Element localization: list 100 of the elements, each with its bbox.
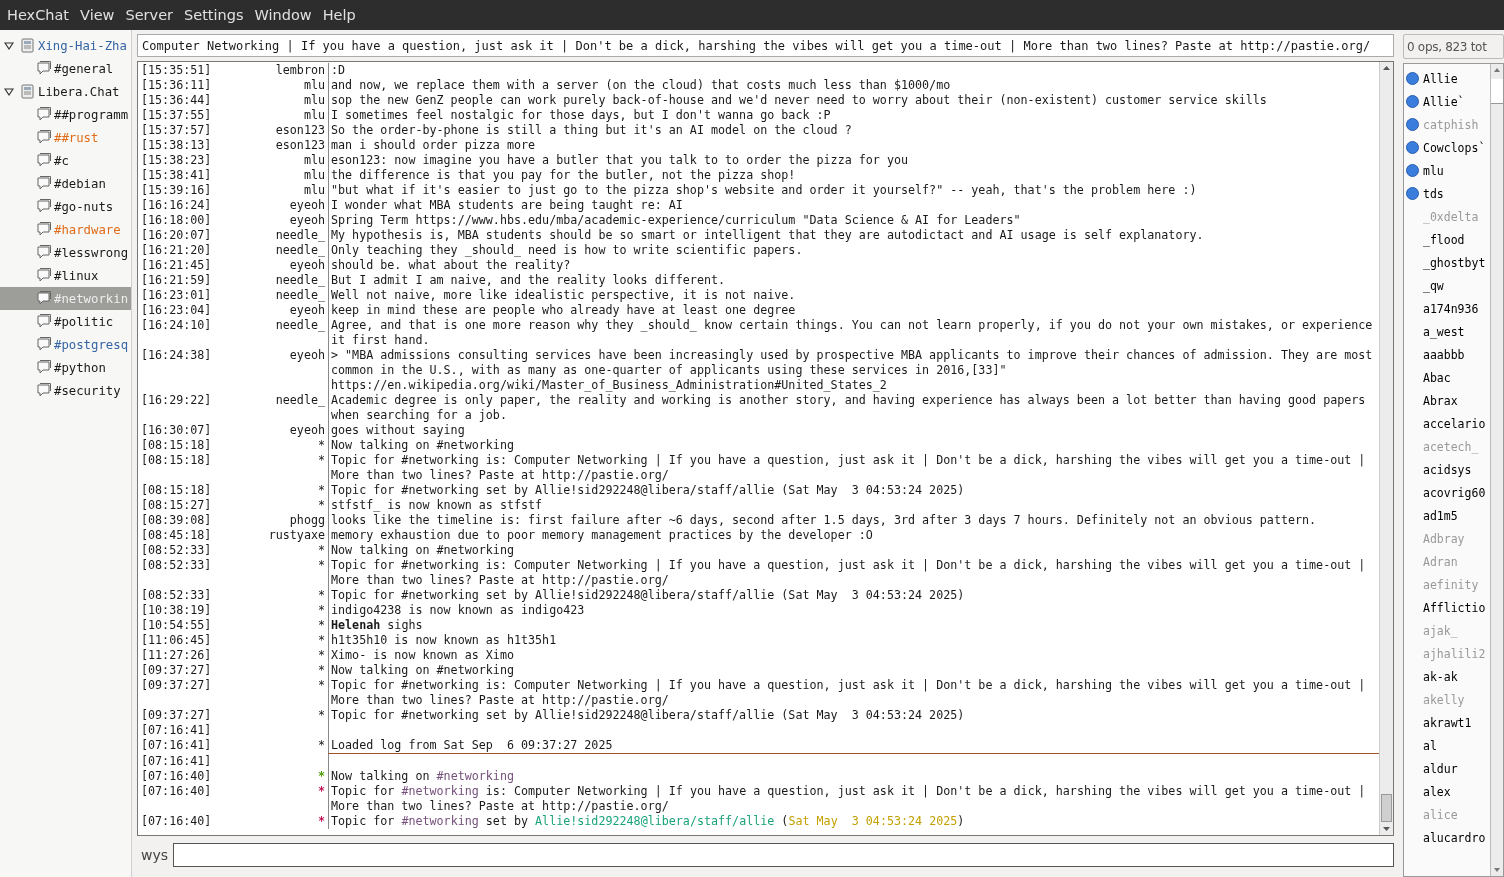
speech-bubble-icon: [36, 268, 51, 283]
timestamp: [07:16:41]: [140, 754, 210, 769]
server-name[interactable]: Xing-Hai-Zha: [38, 38, 127, 53]
channel-item[interactable]: #postgresq: [0, 333, 131, 356]
nickname: needle_: [275, 288, 325, 302]
timestamp: [16:23:01]: [140, 288, 210, 303]
nickname: *: [317, 558, 325, 572]
channel-item[interactable]: ##programm: [0, 103, 131, 126]
user-name[interactable]: acovrig60: [1423, 485, 1486, 500]
user-name[interactable]: alex: [1423, 784, 1451, 799]
channel-item[interactable]: #politic: [0, 310, 131, 333]
user-name[interactable]: tds: [1423, 186, 1444, 201]
nickname: mlu: [303, 78, 325, 92]
speech-bubble-icon: [36, 360, 51, 375]
user-name[interactable]: Abac: [1423, 370, 1451, 385]
timestamp: [16:16:24]: [140, 198, 210, 213]
timestamp: [15:35:51]: [140, 63, 210, 78]
scrollbar-thumb[interactable]: [1491, 79, 1503, 104]
user-name[interactable]: ad1m5: [1423, 508, 1458, 523]
user-name[interactable]: Cowclops`: [1423, 140, 1486, 155]
user-name[interactable]: alucardro: [1423, 830, 1486, 845]
channel-item[interactable]: #debian: [0, 172, 131, 195]
user-name[interactable]: ak-ak: [1423, 669, 1458, 684]
channel-item[interactable]: #lesswrong: [0, 241, 131, 264]
timestamp: [16:23:04]: [140, 303, 210, 318]
user-name[interactable]: _qw: [1423, 278, 1444, 293]
menu-item[interactable]: HexChat: [2, 7, 75, 23]
menu-item[interactable]: Window: [249, 7, 317, 23]
collapse-arrow-icon[interactable]: [4, 86, 14, 97]
channel-name: #security: [54, 383, 121, 398]
timestamp: [07:16:40]: [140, 784, 210, 800]
channel-item[interactable]: #python: [0, 356, 131, 379]
message-input[interactable]: [173, 843, 1394, 867]
speech-bubble-icon: [36, 337, 51, 352]
channel-name: ##programm: [54, 107, 129, 122]
server-icon: [20, 84, 35, 99]
speech-bubble-icon: [36, 222, 51, 237]
menu-item[interactable]: View: [75, 7, 120, 23]
timestamp: [16:21:20]: [140, 243, 210, 258]
timestamp: [15:37:57]: [140, 123, 210, 138]
channel-name: #c: [54, 153, 69, 168]
topic-field[interactable]: Computer Networking | If you have a question, just ask it | Don't be a dick, harshing the vibes will get you a time-out | More than two lines? Paste at http://pastie.org/: [137, 34, 1394, 57]
user-name[interactable]: Abrax: [1423, 393, 1458, 408]
timestamp: [09:37:27]: [140, 663, 210, 678]
user-name[interactable]: Allie`: [1423, 94, 1465, 109]
user-name[interactable]: a_west: [1423, 324, 1465, 339]
channel-item[interactable]: #go-nuts: [0, 195, 131, 218]
nick-button[interactable]: wys: [137, 847, 169, 863]
speech-bubble-icon: [36, 61, 51, 76]
server-name[interactable]: Libera.Chat: [38, 84, 120, 99]
timestamp: [08:39:08]: [140, 513, 210, 528]
nickname: phogg: [289, 513, 325, 527]
scrollbar[interactable]: [1379, 62, 1393, 835]
user-name[interactable]: Afflictio: [1423, 600, 1486, 615]
timestamp: [09:37:27]: [140, 708, 210, 723]
user-name[interactable]: acidsys: [1423, 462, 1472, 477]
timestamp: [15:38:23]: [140, 153, 210, 168]
menu-item[interactable]: Help: [317, 7, 361, 23]
collapse-arrow-icon[interactable]: [4, 40, 14, 51]
nickname: eson123: [275, 138, 325, 152]
nickname: *: [317, 438, 325, 452]
user-name[interactable]: aaabbb: [1423, 347, 1465, 362]
nickname: *: [317, 588, 325, 602]
timestamp: [08:52:33]: [140, 588, 210, 603]
speech-bubble-icon: [36, 245, 51, 260]
user-name[interactable]: a174n936: [1423, 301, 1479, 316]
server-icon: [20, 38, 35, 53]
user-count: 0 ops, 823 tot: [1403, 34, 1504, 59]
scrollbar-thumb[interactable]: [1381, 794, 1392, 822]
speech-bubble-icon: [36, 153, 51, 168]
timestamp: [10:54:55]: [140, 618, 210, 633]
nickname: *: [317, 453, 325, 467]
timestamp: [07:16:40]: [140, 769, 210, 784]
speech-bubble-icon: [36, 291, 51, 306]
nickname: mlu: [303, 108, 325, 122]
user-name[interactable]: _ghostbyt: [1423, 255, 1486, 270]
nickname: *: [317, 814, 325, 828]
nickname: *: [317, 483, 325, 497]
scrollbar[interactable]: [1490, 64, 1503, 876]
user-name[interactable]: al: [1423, 738, 1437, 753]
nickname: eyeoh: [289, 423, 325, 437]
nickname: mlu: [303, 153, 325, 167]
channel-item[interactable]: #general: [0, 57, 131, 80]
nickname: *: [317, 618, 325, 632]
channel-name: #python: [54, 360, 106, 375]
user-name[interactable]: aldur: [1423, 761, 1458, 776]
menu-item[interactable]: Settings: [179, 7, 249, 23]
user-name[interactable]: Allie: [1423, 71, 1458, 86]
menu-item[interactable]: Server: [120, 7, 179, 23]
channel-item[interactable]: #security: [0, 379, 131, 402]
nickname: needle_: [275, 393, 325, 407]
user-name[interactable]: _flood: [1423, 232, 1465, 247]
nickname: *: [317, 784, 325, 798]
user-name[interactable]: mlu: [1423, 163, 1444, 178]
channel-item[interactable]: #linux: [0, 264, 131, 287]
channel-item[interactable]: #c: [0, 149, 131, 172]
nickname: *: [317, 633, 325, 647]
user-name[interactable]: akrawt1: [1423, 715, 1472, 730]
user-name[interactable]: accelario: [1423, 416, 1486, 431]
timestamp: [15:37:55]: [140, 108, 210, 123]
